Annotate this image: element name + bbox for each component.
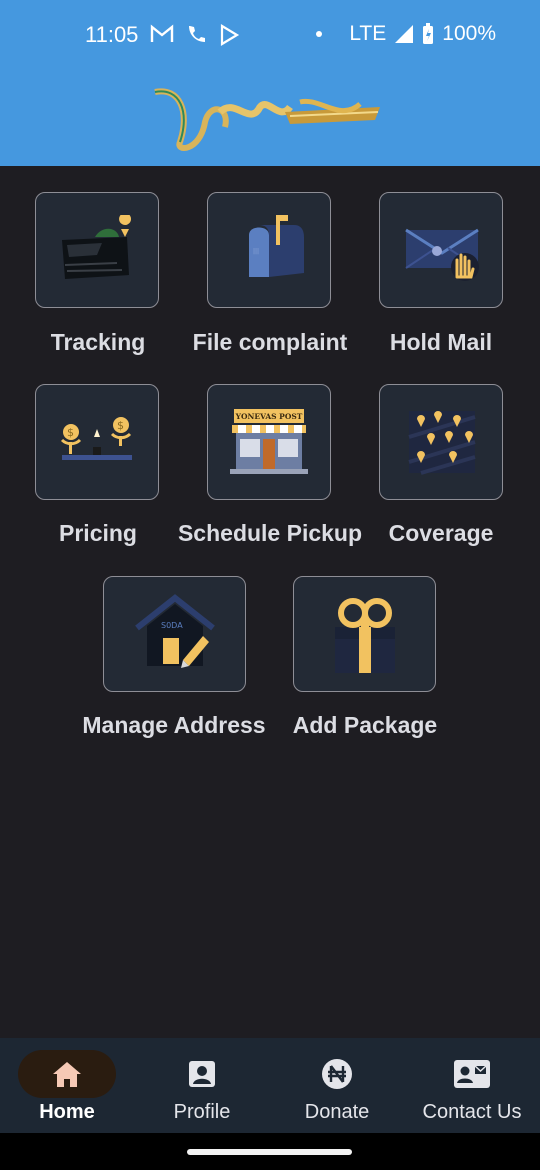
tracking-map-icon (62, 215, 132, 279)
profile-icon-wrap[interactable] (153, 1050, 251, 1098)
manage-address-label: Manage Address (82, 712, 266, 738)
coverage-pins-icon (408, 411, 476, 475)
schedule-pickup-label: Schedule Pickup (177, 520, 363, 546)
tracking-label: Tracking (50, 329, 146, 355)
svg-text:S0DA: S0DA (161, 621, 183, 630)
play-icon (220, 24, 240, 46)
system-gesture-area (0, 1133, 540, 1170)
app-header (0, 70, 540, 166)
yonevas-post-logo (154, 88, 380, 151)
naira-icon (322, 1059, 352, 1089)
home-active-indicator[interactable] (18, 1050, 116, 1098)
store-sign: YONEVAS POST (235, 412, 303, 421)
svg-text:$: $ (117, 419, 124, 432)
phone-icon (189, 26, 205, 42)
nav-item-profile[interactable]: Profile (135, 1038, 270, 1133)
hold-mail-tile[interactable] (379, 192, 503, 308)
network-type: LTE (349, 22, 387, 45)
status-time: 11:05 (85, 22, 139, 47)
schedule-pickup-tile[interactable]: YONEVAS POST (207, 384, 331, 500)
home-icon (53, 1062, 81, 1087)
signal-icon (395, 25, 414, 43)
donate-icon-wrap[interactable] (288, 1050, 386, 1098)
pricing-tile[interactable]: $ $ (35, 384, 159, 500)
manage-address-tile[interactable]: S0DA (103, 576, 246, 692)
gmail-icon (150, 24, 174, 42)
nav-item-home[interactable]: Home (0, 1038, 135, 1133)
contact-icon-wrap[interactable] (423, 1050, 521, 1098)
house-pencil-icon: S0DA (134, 594, 215, 668)
bottom-navigation: Home Profile Donate Contact Us (0, 1038, 540, 1133)
mailbox-icon: ||| (249, 215, 304, 277)
hold-mail-label: Hold Mail (389, 329, 493, 355)
nav-label-donate[interactable]: Donate (305, 1101, 370, 1124)
nav-item-donate[interactable]: Donate (270, 1038, 405, 1133)
coverage-tile[interactable] (379, 384, 503, 500)
gift-package-icon (334, 598, 395, 673)
status-system-icons: LTE 100% (315, 22, 496, 46)
gesture-handle[interactable] (187, 1149, 352, 1155)
svg-text:$: $ (67, 426, 74, 439)
file-complaint-tile[interactable]: ||| (207, 192, 331, 308)
dot-icon (316, 31, 323, 37)
pricing-coins-icon: $ $ (60, 417, 132, 460)
nav-item-contact-us[interactable]: Contact Us (405, 1038, 540, 1133)
add-package-tile[interactable] (293, 576, 436, 692)
profile-icon (189, 1061, 215, 1087)
coverage-label: Coverage (388, 520, 494, 546)
tracking-tile[interactable] (35, 192, 159, 308)
file-complaint-label: File complaint (192, 329, 348, 355)
svg-text:|||: ||| (253, 248, 259, 255)
nav-label-contact-us[interactable]: Contact Us (423, 1101, 522, 1124)
nav-label-home[interactable]: Home (39, 1101, 95, 1124)
status-notification-icons (150, 24, 240, 46)
add-package-label: Add Package (292, 712, 438, 738)
nav-label-profile[interactable]: Profile (174, 1101, 231, 1124)
status-bar: 11:05 LTE 100% (0, 0, 540, 70)
envelope-hand-icon (405, 228, 479, 281)
contact-card-icon (454, 1060, 490, 1088)
battery-percent: 100% (442, 22, 496, 45)
post-office-store-icon: YONEVAS POST (230, 409, 308, 474)
pricing-label: Pricing (59, 520, 137, 546)
battery-icon (423, 23, 434, 44)
